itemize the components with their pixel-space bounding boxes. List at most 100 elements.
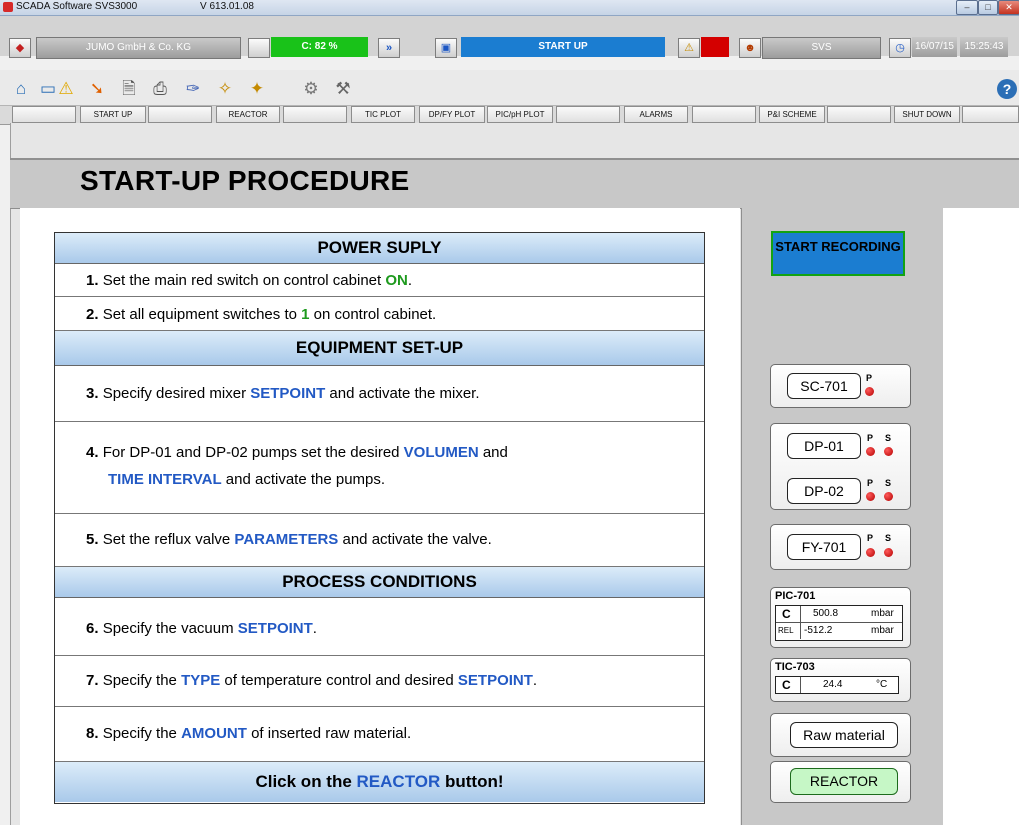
step-2-number: 2. <box>86 306 99 323</box>
pic701-c-value: 500.8 <box>813 608 839 619</box>
document-icon[interactable]: 🗎 <box>118 78 140 100</box>
step-5-text: Set the reflux valve <box>102 531 235 548</box>
close-button[interactable]: ✕ <box>998 0 1019 15</box>
dp02-p-label: P <box>867 478 874 488</box>
wand-icon[interactable]: ✧ <box>214 78 236 100</box>
step-7-text-end: . <box>532 672 538 689</box>
dp01-button[interactable]: DP-01 <box>787 433 861 459</box>
tic703-c-label: C <box>782 678 791 692</box>
step-7-text-mid: of temperature control and desired <box>220 672 458 689</box>
footer-text-end: button! <box>440 772 504 791</box>
step-3-text: Specify desired mixer <box>102 385 251 402</box>
section-process-conditions: PROCESS CONDITIONS <box>55 567 704 598</box>
window-titlebar: SCADA Software SVS3000 V 613.01.08 – □ ✕ <box>0 0 1019 16</box>
fy701-p-led <box>866 548 875 557</box>
fy701-p-label: P <box>867 533 874 543</box>
alarm-indicator <box>701 37 729 57</box>
step-6-number: 6. <box>86 620 99 637</box>
step-1: 1. Set the main red switch on control ca… <box>55 264 704 297</box>
reactor-button[interactable]: REACTOR <box>790 768 898 795</box>
page-title: START-UP PROCEDURE <box>80 165 410 196</box>
home-icon[interactable]: ⌂ <box>10 78 32 100</box>
nav-empty-1[interactable] <box>12 106 76 123</box>
help-icon[interactable]: ? <box>997 79 1017 99</box>
fy701-s-led <box>884 548 893 557</box>
fy701-s-label: S <box>885 533 892 543</box>
pic701-title: PIC-701 <box>775 590 816 602</box>
dp02-button[interactable]: DP-02 <box>787 478 861 504</box>
window-title: SCADA Software SVS3000 <box>16 1 138 12</box>
step-7-highlight-2: SETPOINT <box>457 672 533 689</box>
step-3-highlight: SETPOINT <box>250 385 326 402</box>
start-recording-button[interactable]: START RECORDING <box>771 231 905 276</box>
step-4-text-end: and activate the pumps. <box>221 471 386 488</box>
tic703-readout: C 24.4 °C <box>775 676 899 694</box>
pic701-c-unit: mbar <box>871 608 894 619</box>
users-icon[interactable]: ☻ <box>739 38 761 58</box>
raw-material-button[interactable]: Raw material <box>790 722 898 748</box>
dp02-p-led <box>866 492 875 501</box>
alarm-warning-icon[interactable]: ⚠ <box>678 38 700 58</box>
printer-icon[interactable]: ⎙ <box>149 78 171 100</box>
nav-empty-3[interactable] <box>283 106 347 123</box>
step-7: 7. Specify the TYPE of temperature contr… <box>55 656 704 707</box>
nav-tic-plot[interactable]: TIC PLOT <box>351 106 415 123</box>
nav-start-up[interactable]: START UP <box>80 106 146 123</box>
nav-pi-scheme[interactable]: P&I SCHEME <box>759 106 825 123</box>
step-4: 4. For DP-01 and DP-02 pumps set the des… <box>55 422 704 514</box>
step-4-highlight: VOLUMEN <box>403 444 479 461</box>
wand-document-icon[interactable]: ✦ <box>246 78 268 100</box>
screen-icon[interactable]: ▣ <box>435 38 457 58</box>
nav-empty-2[interactable] <box>148 106 212 123</box>
navigate-arrows-icon[interactable]: » <box>378 38 400 58</box>
gear-icon[interactable]: ⚙ <box>300 78 322 100</box>
step-8-text-end: of inserted raw material. <box>246 725 412 742</box>
footer-highlight: REACTOR <box>356 772 441 791</box>
nav-pic-ph-plot[interactable]: PIC/pH PLOT <box>487 106 553 123</box>
sc701-p-led <box>865 387 874 396</box>
tic703-value: 24.4 <box>823 679 843 690</box>
clock-icon: ◷ <box>889 38 911 58</box>
step-7-number: 7. <box>86 672 99 689</box>
nav-empty-4[interactable] <box>556 106 620 123</box>
tool-icon[interactable]: ✑ <box>182 78 204 100</box>
maximize-button[interactable]: □ <box>978 0 998 15</box>
system-field: SVS <box>762 37 881 59</box>
archive-icon[interactable]: ➘ <box>86 78 108 100</box>
system-icon[interactable]: ◆ <box>9 38 31 58</box>
nav-alarms[interactable]: ALARMS <box>624 106 688 123</box>
nav-empty-5[interactable] <box>692 106 756 123</box>
step-4-highlight-2: TIME INTERVAL <box>108 471 222 488</box>
capacity-icon <box>248 38 270 58</box>
step-4-text: For DP-01 and DP-02 pumps set the desire… <box>102 444 404 461</box>
nav-dp-fy-plot[interactable]: DP/FY PLOT <box>419 106 485 123</box>
step-6-text: Specify the vacuum <box>102 620 238 637</box>
section-equipment-setup: EQUIPMENT SET-UP <box>55 331 704 366</box>
warning-icon[interactable]: ⚠ <box>55 78 77 100</box>
app-icon <box>3 2 13 12</box>
nav-reactor[interactable]: REACTOR <box>216 106 280 123</box>
settings-icon[interactable]: ⚒ <box>332 78 354 100</box>
step-3: 3. Specify desired mixer SETPOINT and ac… <box>55 366 704 422</box>
dp01-p-led <box>866 447 875 456</box>
pic701-rel-label: REL <box>778 626 794 635</box>
nav-shut-down[interactable]: SHUT DOWN <box>894 106 960 123</box>
dp01-s-led <box>884 447 893 456</box>
step-4-text-mid: and <box>478 444 508 461</box>
fy701-button[interactable]: FY-701 <box>787 534 861 560</box>
minimize-button[interactable]: – <box>956 0 978 15</box>
step-2-text: Set all equipment switches to <box>102 306 302 323</box>
footer-instruction: Click on the REACTOR button! <box>55 762 704 802</box>
sc701-button[interactable]: SC-701 <box>787 373 861 399</box>
capacity-indicator: C: 82 % <box>271 37 368 57</box>
step-5-highlight: PARAMETERS <box>234 531 339 548</box>
nav-empty-6[interactable] <box>827 106 891 123</box>
pic701-c-label: C <box>782 607 791 621</box>
step-7-text: Specify the <box>102 672 182 689</box>
nav-empty-7[interactable] <box>962 106 1019 123</box>
step-5: 5. Set the reflux valve PARAMETERS and a… <box>55 514 704 567</box>
step-3-number: 3. <box>86 385 99 402</box>
step-7-highlight: TYPE <box>181 672 221 689</box>
tic703-unit: °C <box>876 679 888 690</box>
mode-indicator: START UP <box>461 37 665 57</box>
